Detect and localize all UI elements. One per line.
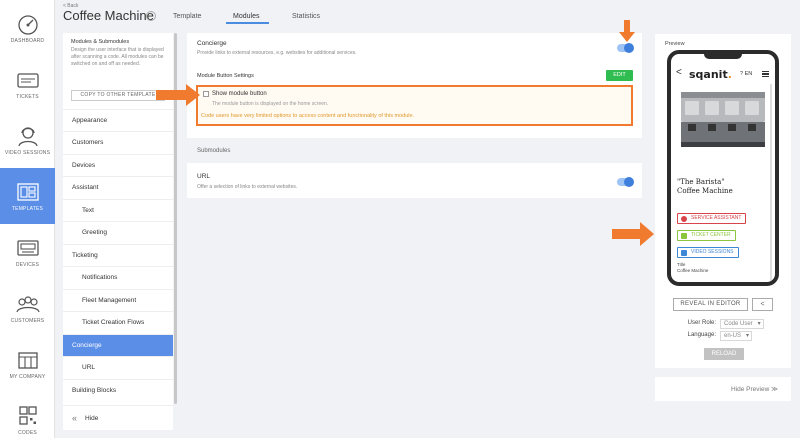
phone-preview[interactable]: < sqanit. ? EN "The Barista" Coffee Mach… [667,50,779,286]
rail-label: CODES [18,429,37,436]
double-chevron-left-icon: « [72,413,78,423]
preview-title: Preview [665,41,685,47]
rail-item-dashboard[interactable]: DASHBOARD [0,0,55,56]
concierge-description: Provide links to external resources, e.g… [197,50,357,56]
share-icon[interactable]: < [752,298,773,311]
menu-item-concierge[interactable]: Concierge [63,334,173,356]
rail-item-my-company[interactable]: MY COMPANY [0,336,55,392]
rail-item-devices[interactable]: DEVICES [0,224,55,280]
tab-modules[interactable]: Modules [233,13,259,20]
hide-menu-label: Hide [85,415,99,422]
video-icon [681,249,687,256]
product-name: "The Barista" Coffee Machine [677,178,733,195]
rail-label: MY COMPANY [9,373,46,380]
menu-item-ticketing[interactable]: Ticketing [63,244,173,266]
rail-label: TEMPLATES [11,205,44,212]
rail-label: VIDEO SESSIONS [4,149,51,156]
ticket-center-button[interactable]: TICKET CENTER [677,230,736,241]
rail-item-tickets[interactable]: TICKETS [0,56,55,112]
company-icon [17,351,38,369]
show-module-button-description: The module button is displayed on the ho… [212,101,329,107]
url-submodule-toggle[interactable] [617,177,634,187]
video-sessions-button[interactable]: VIDEO SESSIONS [677,247,739,258]
arrow-right-icon [156,84,200,106]
show-module-button-checkbox[interactable] [203,91,209,97]
limited-access-warning: Code users have very limited options to … [201,113,415,119]
user-role-select[interactable]: Code User [720,319,764,329]
hide-preview-link[interactable]: Hide Preview ≫ [731,385,778,393]
tab-statistics[interactable]: Statistics [292,13,320,20]
menu-item-greeting[interactable]: Greeting [63,221,173,243]
language-label: Language: [687,332,716,338]
service-assistant-button[interactable]: SERVICE ASSISTANT [677,213,747,224]
rail-item-customers[interactable]: CUSTOMERS [0,280,55,336]
menu-item-notifications[interactable]: Notifications [63,266,173,288]
arrow-down-icon [619,20,635,42]
rail-label: DEVICES [15,261,40,268]
reload-button[interactable]: RELOAD [704,348,744,360]
back-chevron-icon[interactable]: < [676,67,682,78]
hamburger-menu-icon[interactable] [762,71,769,77]
tab-template[interactable]: Template [173,13,201,20]
menu-item-building-blocks[interactable]: Building Blocks [63,379,173,401]
templates-icon [16,182,39,201]
phone-scrollbar [770,84,772,282]
active-tab-indicator [226,22,269,24]
copy-to-other-template-button[interactable]: COPY TO OTHER TEMPLATE [71,90,165,101]
hide-menu-link[interactable]: « Hide [63,405,173,430]
phone-notch [704,54,742,59]
menu-item-devices[interactable]: Devices [63,154,173,176]
page-title: Coffee Machine [63,8,154,23]
menu-item-appearance[interactable]: Appearance [63,109,173,131]
customers-icon [15,295,40,312]
submodules-heading: Submodules [197,148,231,154]
user-role-label: User Role: [687,320,716,326]
rail-label: DASHBOARD [10,37,45,44]
module-button-settings-title: Module Button Settings [197,73,254,79]
concierge-title: Concierge [197,40,227,47]
menu-item-customers[interactable]: Customers [63,131,173,153]
help-language-indicator[interactable]: ? EN [740,71,752,77]
codes-icon [18,405,37,425]
coffee-machine-image [681,92,765,147]
meta-title-label: Title [677,262,686,267]
devices-icon [16,239,39,256]
dashboard-icon [17,14,38,35]
url-submodule-description: Offer a selection of links to external w… [197,184,298,190]
navigation-rail: DASHBOARD TICKETS VIDEO SESSIONS TEMPLAT… [0,0,55,438]
language-select[interactable]: en-US [720,331,753,341]
rail-label: TICKETS [16,93,39,100]
arrow-right-icon [612,222,654,246]
menu-description: Design the user interface that is displa… [71,47,164,67]
info-icon[interactable]: i [146,11,156,21]
rail-item-video-sessions[interactable]: VIDEO SESSIONS [0,112,55,168]
url-submodule-title: URL [197,173,211,180]
menu-header: Modules & Submodules Design the user int… [63,33,173,74]
assistant-icon [681,215,687,222]
sqanit-logo: sqanit. [689,68,732,81]
ticket-icon [681,232,687,239]
menu-item-assistant[interactable]: Assistant [63,176,173,198]
menu-heading: Modules & Submodules [71,39,130,45]
menu-item-text[interactable]: Text [63,199,173,221]
menu-item-ticket-creation-flows[interactable]: Ticket Creation Flows [63,311,173,333]
concierge-toggle[interactable] [617,43,634,53]
tickets-icon [16,72,39,88]
phone-app-bar: < sqanit. ? EN [671,66,775,82]
reveal-in-editor-button[interactable]: REVEAL IN EDITOR [673,298,748,311]
video-sessions-icon [17,126,38,146]
show-module-button-label: Show module button [212,91,267,97]
edit-button[interactable]: EDIT [606,70,633,81]
rail-label: CUSTOMERS [10,317,45,324]
rail-item-codes[interactable]: CODES [0,392,55,438]
rail-item-templates[interactable]: TEMPLATES [0,168,55,224]
menu-item-fleet-management[interactable]: Fleet Management [63,289,173,311]
meta-title-value: Coffee Machine [677,268,709,273]
menu-item-url[interactable]: URL [63,356,173,378]
url-submodule-card [187,163,642,198]
